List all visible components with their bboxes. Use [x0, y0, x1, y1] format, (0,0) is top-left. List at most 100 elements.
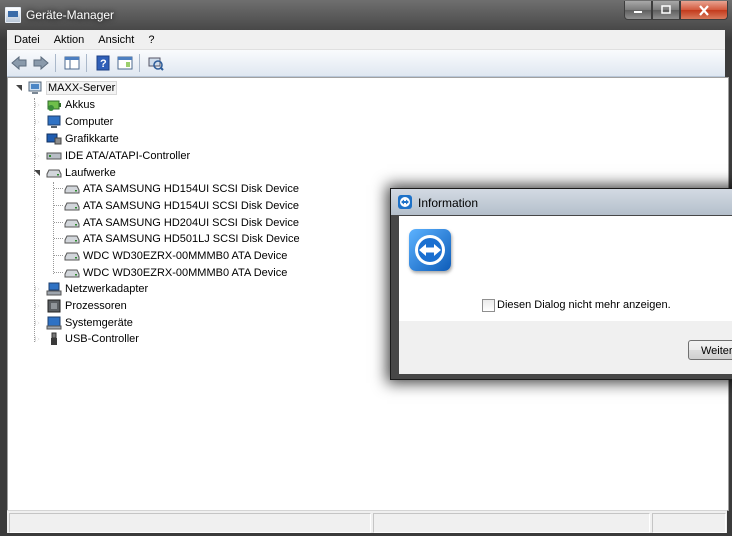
display-adapter-icon	[46, 133, 62, 145]
maximize-button[interactable]	[652, 1, 680, 20]
expand-toggle[interactable]	[34, 331, 43, 347]
expand-toggle[interactable]	[34, 315, 43, 331]
network-adapter-icon	[46, 282, 62, 296]
tree-line	[53, 182, 54, 274]
menu-ansicht[interactable]: Ansicht	[91, 34, 141, 46]
tree-root[interactable]: MAXX-Server	[16, 80, 118, 96]
svg-text:?: ?	[100, 58, 107, 70]
weiter-button[interactable]: Weiter	[688, 340, 732, 360]
dont-show-again-label[interactable]: Diesen Dialog nicht mehr anzeigen.	[497, 299, 671, 311]
tree-item-label: Grafikkarte	[65, 133, 119, 145]
tree-item-label: ATA SAMSUNG HD154UI SCSI Disk Device	[83, 183, 299, 195]
disk-drive-icon	[64, 252, 80, 261]
tree-line	[54, 238, 63, 239]
status-segment	[652, 513, 726, 533]
collapse-toggle[interactable]	[34, 165, 43, 181]
toolbar-separator	[86, 54, 87, 72]
disk-drive-icon	[46, 169, 62, 178]
help-icon: ?	[96, 55, 110, 71]
forward-button[interactable]	[31, 53, 51, 73]
tree-item-disk[interactable]: ATA SAMSUNG HD154UI SCSI Disk Device	[64, 181, 299, 197]
information-dialog: Information Diesen Dialog nicht mehr anz…	[390, 188, 732, 380]
disk-drive-icon	[64, 235, 80, 244]
tree-root-label: MAXX-Server	[45, 81, 118, 95]
teamviewer-icon	[398, 195, 412, 209]
disk-drive-icon	[64, 269, 80, 278]
tree-item-label: WDC WD30EZRX-00MMMB0 ATA Device	[83, 267, 288, 279]
dialog-title-bar[interactable]: Information	[391, 189, 732, 215]
expand-toggle[interactable]	[34, 281, 43, 297]
dont-show-again-checkbox[interactable]	[482, 299, 495, 312]
teamviewer-arrows-icon	[400, 197, 410, 207]
tree-item-label: Netzwerkadapter	[65, 283, 149, 295]
close-button[interactable]	[680, 1, 728, 20]
console-tree-icon	[64, 56, 80, 70]
ide-controller-icon	[46, 152, 62, 160]
toolbar-separator	[55, 54, 56, 72]
menu-datei[interactable]: Datei	[7, 34, 47, 46]
tree-item-disk[interactable]: WDC WD30EZRX-00MMMB0 ATA Device	[64, 265, 287, 281]
dialog-title: Information	[418, 196, 479, 210]
tree-item-disk[interactable]: ATA SAMSUNG HD204UI SCSI Disk Device	[64, 215, 299, 231]
tree-line	[54, 272, 63, 273]
status-segment	[373, 513, 650, 533]
show-hide-tree-button[interactable]	[62, 53, 82, 73]
toolbar-separator	[139, 54, 140, 72]
collapse-toggle[interactable]	[16, 80, 25, 96]
maximize-icon	[661, 5, 671, 14]
expand-toggle[interactable]	[34, 131, 43, 147]
computer-server-icon	[28, 81, 42, 94]
teamviewer-logo-icon	[409, 229, 451, 271]
tree-item-netzwerkadapter[interactable]: Netzwerkadapter	[34, 281, 148, 297]
tree-item-disk[interactable]: ATA SAMSUNG HD501LJ SCSI Disk Device	[64, 231, 300, 247]
tree-item-prozessoren[interactable]: Prozessoren	[34, 298, 127, 314]
help-button[interactable]: ?	[93, 53, 113, 73]
tree-item-label: IDE ATA/ATAPI-Controller	[65, 150, 191, 162]
tree-item-label: ATA SAMSUNG HD204UI SCSI Disk Device	[83, 217, 299, 229]
expand-toggle[interactable]	[34, 114, 43, 130]
expand-toggle[interactable]	[34, 298, 43, 314]
menu-aktion[interactable]: Aktion	[47, 34, 92, 46]
expand-toggle[interactable]	[34, 97, 43, 113]
tree-item-laufwerke[interactable]: Laufwerke	[34, 165, 116, 181]
disk-drive-icon	[64, 219, 80, 228]
system-devices-icon	[46, 316, 62, 330]
disk-drive-icon	[64, 202, 80, 211]
tree-item-label: ATA SAMSUNG HD154UI SCSI Disk Device	[83, 200, 299, 212]
disk-drive-icon	[64, 185, 80, 194]
properties-icon	[117, 56, 133, 70]
status-segment	[9, 513, 371, 533]
tree-item-ide[interactable]: IDE ATA/ATAPI-Controller	[34, 148, 190, 164]
status-bar	[7, 510, 727, 533]
dialog-body: Diesen Dialog nicht mehr anzeigen. Weite…	[399, 216, 732, 374]
tree-item-disk[interactable]: ATA SAMSUNG HD154UI SCSI Disk Device	[64, 198, 299, 214]
window-title: Geräte-Manager	[26, 8, 115, 22]
minimize-icon	[634, 11, 642, 13]
tree-item-label: Laufwerke	[65, 167, 116, 179]
close-icon	[699, 4, 709, 16]
title-bar[interactable]: Geräte-Manager	[0, 0, 732, 30]
processor-icon	[47, 299, 61, 313]
back-arrow-icon	[11, 56, 27, 70]
tree-item-label: Computer	[65, 116, 114, 128]
tree-item-usb-controller[interactable]: USB-Controller	[34, 331, 139, 347]
tree-item-computer[interactable]: Computer	[34, 114, 113, 130]
teamviewer-logo-graphic	[415, 235, 445, 265]
expand-toggle[interactable]	[34, 148, 43, 164]
tree-line	[54, 255, 63, 256]
dialog-content-area: Diesen Dialog nicht mehr anzeigen.	[399, 216, 732, 321]
tree-item-grafikkarte[interactable]: Grafikkarte	[34, 131, 119, 147]
tree-item-akkus[interactable]: Akkus	[34, 97, 95, 113]
menu-help[interactable]: ?	[141, 34, 161, 46]
minimize-button[interactable]	[624, 1, 652, 20]
battery-icon	[47, 100, 61, 111]
menu-bar: Datei Aktion Ansicht ?	[7, 30, 725, 50]
tree-item-systemgeraete[interactable]: Systemgeräte	[34, 315, 133, 331]
tree-line	[54, 188, 63, 189]
properties-button[interactable]	[115, 53, 135, 73]
tree-item-disk[interactable]: WDC WD30EZRX-00MMMB0 ATA Device	[64, 248, 287, 264]
scan-hardware-button[interactable]	[146, 53, 166, 73]
forward-arrow-icon	[33, 56, 49, 70]
back-button[interactable]	[9, 53, 29, 73]
tree-line	[54, 205, 63, 206]
